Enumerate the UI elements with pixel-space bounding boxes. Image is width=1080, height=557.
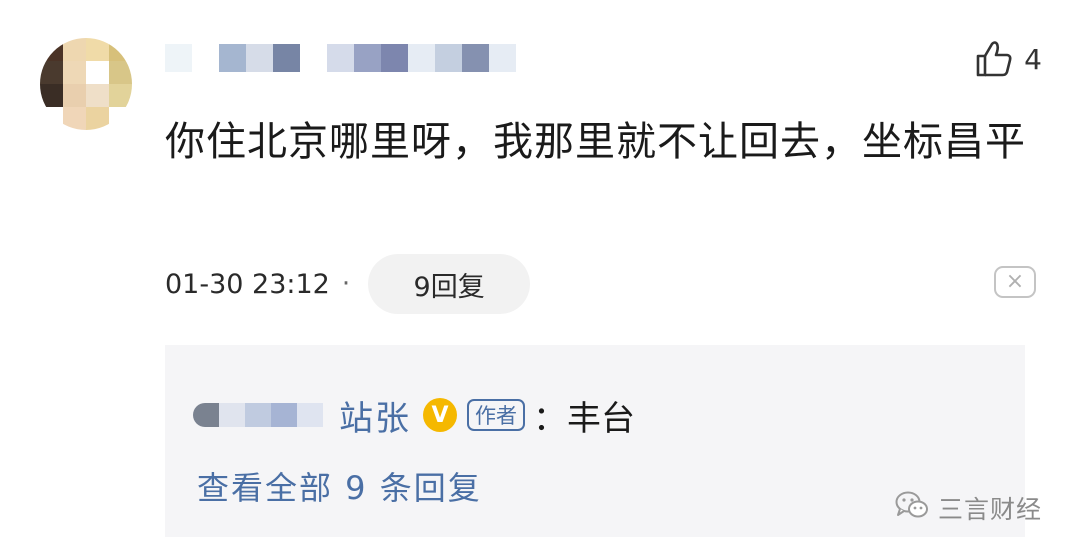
avatar-pixel [40,61,63,84]
avatar-pixel [109,107,132,130]
avatar-pixel [63,61,86,84]
watermark: 三言财经 [894,490,1042,526]
reply-name-pixel [193,403,219,427]
reply-name-pixel [271,403,297,427]
username-pixel [462,44,489,72]
watermark-text: 三言财经 [938,495,1043,524]
avatar-pixel [86,84,109,107]
avatar-pixel [40,84,63,107]
avatar-pixel [86,61,109,84]
avatar-pixel [86,38,109,61]
reply-name-pixel [219,403,245,427]
avatar[interactable] [40,38,132,130]
username-pixel [327,44,354,72]
close-icon: × [1005,269,1025,294]
avatar-pixel [63,107,86,130]
avatar-pixel [40,38,63,61]
username-pixel [381,44,408,72]
view-all-replies-link[interactable]: 查看全部 9 条回复 [197,463,482,509]
comment-meta: 01-30 23:12 · 9回复 [165,254,531,314]
avatar-pixel [63,38,86,61]
avatar-pixel [63,84,86,107]
like-button[interactable]: 4 [974,36,1042,82]
avatar-pixel [109,61,132,84]
comment-text: 你住北京哪里呀，我那里就不让回去，坐标昌平 [165,119,1026,165]
reply-name-pixel [297,403,323,427]
thumbs-up-icon [974,39,1014,79]
like-count: 4 [1024,42,1042,76]
username-pixel [165,44,192,72]
avatar-pixel [109,84,132,107]
username-pixel [246,44,273,72]
reply-count-button[interactable]: 9回复 [368,254,531,314]
username-pixel [273,44,300,72]
avatar-pixel [86,107,109,130]
reply-name-pixel [245,403,271,427]
reply-author-name[interactable]: 站张 [339,391,411,440]
username-mosaic[interactable] [165,44,516,72]
author-tag: 作者 [467,399,525,431]
verified-badge-icon: V [423,398,457,432]
wechat-icon [894,490,930,526]
separator-dot: · [341,269,351,299]
username-pixel [219,44,246,72]
reply-name-mosaic [193,403,323,427]
username-pixel [300,44,327,72]
username-pixel [408,44,435,72]
username-pixel [192,44,219,72]
reply-item[interactable]: 站张 V 作者 ：丰台 [193,385,635,445]
avatar-pixel [40,107,63,130]
timestamp: 01-30 23:12 [165,268,330,300]
username-pixel [354,44,381,72]
reply-text: ：丰台 [533,398,635,439]
username-pixel [435,44,462,72]
username-pixel [489,44,516,72]
avatar-pixel [109,38,132,61]
close-button[interactable]: × [994,266,1036,298]
